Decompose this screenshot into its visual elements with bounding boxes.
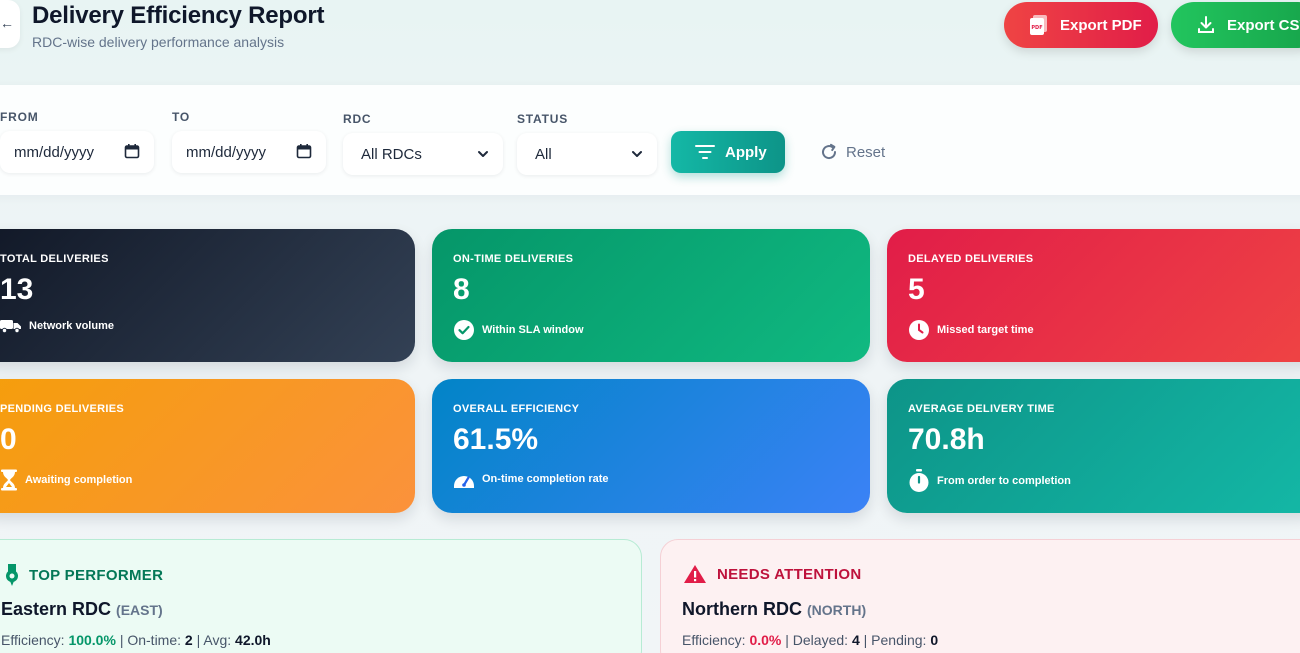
apply-label: Apply xyxy=(725,143,767,161)
stat-card-overall-efficiency: OVERALL EFFICIENCY 61.5% On-time complet… xyxy=(432,379,870,513)
calendar-icon[interactable] xyxy=(124,143,140,163)
rdc-select[interactable]: All RDCs xyxy=(343,133,503,175)
page-subtitle: RDC-wise delivery performance analysis xyxy=(32,34,285,50)
stat-card-note: Missed target time xyxy=(908,319,1034,341)
stat-card-value: 0 xyxy=(0,423,17,456)
stat-card-average-delivery-time: AVERAGE DELIVERY TIME 70.8h From order t… xyxy=(887,379,1300,513)
clock-icon xyxy=(908,319,930,341)
hourglass-icon xyxy=(0,469,18,491)
calendar-icon[interactable] xyxy=(296,143,312,163)
pdf-file-icon: PDF xyxy=(1028,14,1050,36)
medal-icon xyxy=(5,564,19,586)
stat-card-note: From order to completion xyxy=(908,469,1071,493)
needs-attention-panel: NEEDS ATTENTION Northern RDC (NORTH) Eff… xyxy=(660,539,1300,653)
page-header: ← Delivery Efficiency Report RDC-wise de… xyxy=(0,0,1300,72)
apply-button[interactable]: Apply xyxy=(671,131,785,173)
svg-text:PDF: PDF xyxy=(1031,25,1042,31)
from-label: FROM xyxy=(0,110,39,124)
stat-card-on-time-deliveries: ON-TIME DELIVERIES 8 Within SLA window xyxy=(432,229,870,362)
filter-icon xyxy=(695,144,715,160)
reset-label: Reset xyxy=(846,143,886,161)
stat-card-note: Awaiting completion xyxy=(0,469,132,491)
download-icon xyxy=(1195,14,1217,36)
to-date-input[interactable]: mm/dd/yyyy xyxy=(172,131,326,173)
chevron-down-icon xyxy=(477,147,489,164)
from-date-input[interactable]: mm/dd/yyyy xyxy=(0,131,154,173)
stat-card-label: OVERALL EFFICIENCY xyxy=(453,403,580,415)
stat-card-pending-deliveries: PENDING DELIVERIES 0 Awaiting completion xyxy=(0,379,415,513)
refresh-icon xyxy=(820,143,838,161)
stat-card-note: Network volume xyxy=(0,319,114,333)
stat-card-total-deliveries: TOTAL DELIVERIES 13 Network volume xyxy=(0,229,415,362)
page-title: Delivery Efficiency Report xyxy=(32,2,325,29)
needs-attention-stats: Efficiency: 0.0% | Delayed: 4 | Pending:… xyxy=(682,632,939,648)
rdc-label: RDC xyxy=(343,112,372,126)
export-pdf-label: Export PDF xyxy=(1060,16,1142,34)
stat-card-note: On-time completion rate xyxy=(453,469,609,489)
status-select-value: All xyxy=(535,145,552,163)
stat-card-value: 70.8h xyxy=(908,423,985,456)
needs-attention-heading: NEEDS ATTENTION xyxy=(683,564,862,584)
stat-card-label: ON-TIME DELIVERIES xyxy=(453,253,574,265)
top-performer-heading: TOP PERFORMER xyxy=(5,564,163,586)
needs-attention-name: Northern RDC (NORTH) xyxy=(682,599,867,619)
status-label: STATUS xyxy=(517,112,569,126)
to-date-value: mm/dd/yyyy xyxy=(186,143,267,161)
export-csv-label: Export CSV xyxy=(1227,16,1300,34)
export-pdf-button[interactable]: PDF Export PDF xyxy=(1004,2,1158,48)
stat-card-value: 13 xyxy=(0,273,34,306)
rdc-select-value: All RDCs xyxy=(361,145,422,163)
stat-card-value: 8 xyxy=(453,273,470,306)
export-csv-button[interactable]: Export CSV xyxy=(1171,2,1300,48)
top-performer-panel: TOP PERFORMER Eastern RDC (EAST) Efficie… xyxy=(0,539,642,653)
stat-card-note: Within SLA window xyxy=(453,319,584,341)
stopwatch-icon xyxy=(908,469,930,493)
stat-card-value: 61.5% xyxy=(453,423,539,456)
stat-card-label: TOTAL DELIVERIES xyxy=(0,253,109,265)
to-label: TO xyxy=(172,110,191,124)
chevron-down-icon xyxy=(631,147,643,164)
truck-icon xyxy=(0,319,22,333)
back-button[interactable]: ← xyxy=(0,0,20,48)
gauge-icon xyxy=(453,469,475,489)
check-circle-icon xyxy=(453,319,475,341)
warning-icon xyxy=(683,564,707,584)
stat-card-label: DELAYED DELIVERIES xyxy=(908,253,1034,265)
stat-card-label: PENDING DELIVERIES xyxy=(0,403,124,415)
stat-card-value: 5 xyxy=(908,273,925,306)
status-select[interactable]: All xyxy=(517,133,657,175)
reset-button[interactable]: Reset xyxy=(820,131,900,173)
stat-card-label: AVERAGE DELIVERY TIME xyxy=(908,403,1055,415)
top-performer-name: Eastern RDC (EAST) xyxy=(1,599,163,619)
top-performer-stats: Efficiency: 100.0% | On-time: 2 | Avg: 4… xyxy=(1,632,271,648)
stat-card-delayed-deliveries: DELAYED DELIVERIES 5 Missed target time xyxy=(887,229,1300,362)
from-date-value: mm/dd/yyyy xyxy=(14,143,95,161)
arrow-left-icon: ← xyxy=(0,15,14,31)
